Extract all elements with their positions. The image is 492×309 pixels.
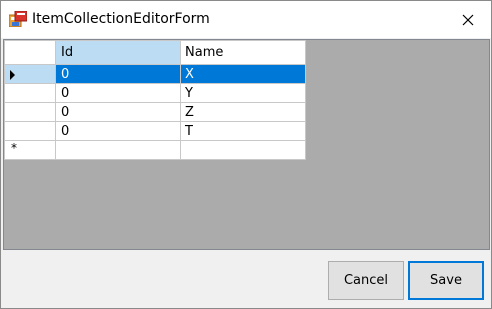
new-row[interactable]: * — [4, 140, 306, 160]
row-header[interactable] — [4, 64, 56, 84]
item-grid[interactable]: Id Name 0 X 0 Y 0 Z 0 T * — [4, 40, 306, 160]
close-button[interactable] — [445, 1, 491, 38]
table-row[interactable]: 0 Z — [4, 102, 306, 122]
row-header[interactable]: * — [4, 140, 56, 160]
close-icon — [462, 14, 474, 25]
data-grid-view[interactable]: Id Name 0 X 0 Y 0 Z 0 T * — [3, 39, 490, 250]
cancel-button[interactable]: Cancel — [328, 261, 404, 300]
column-header-id[interactable]: Id — [55, 40, 181, 65]
cell-id[interactable] — [55, 140, 181, 160]
column-header-name[interactable]: Name — [180, 40, 306, 65]
title-bar: ItemCollectionEditorForm — [1, 1, 491, 38]
save-button[interactable]: Save — [408, 261, 484, 300]
table-row[interactable]: 0 T — [4, 121, 306, 141]
grid-header-row: Id Name — [4, 40, 306, 65]
cell-name[interactable] — [180, 140, 306, 160]
cell-id[interactable]: 0 — [55, 102, 181, 122]
row-header[interactable] — [4, 102, 56, 122]
cell-id[interactable]: 0 — [55, 121, 181, 141]
cell-name[interactable]: Y — [180, 83, 306, 103]
row-header[interactable] — [4, 121, 56, 141]
row-header[interactable] — [4, 83, 56, 103]
cell-name[interactable]: X — [180, 64, 306, 84]
button-bar: Cancel Save — [1, 251, 491, 308]
table-row[interactable]: 0 X — [4, 64, 306, 84]
cell-id[interactable]: 0 — [55, 64, 181, 84]
editor-window: ItemCollectionEditorForm Id Name 0 X 0 Y… — [0, 0, 492, 309]
cell-id[interactable]: 0 — [55, 83, 181, 103]
top-left-header-cell[interactable] — [4, 40, 56, 65]
app-icon — [9, 11, 27, 27]
window-title: ItemCollectionEditorForm — [32, 11, 210, 27]
table-row[interactable]: 0 Y — [4, 83, 306, 103]
cell-name[interactable]: Z — [180, 102, 306, 122]
current-row-arrow-icon — [10, 70, 15, 80]
new-row-marker: * — [11, 141, 17, 155]
cell-name[interactable]: T — [180, 121, 306, 141]
